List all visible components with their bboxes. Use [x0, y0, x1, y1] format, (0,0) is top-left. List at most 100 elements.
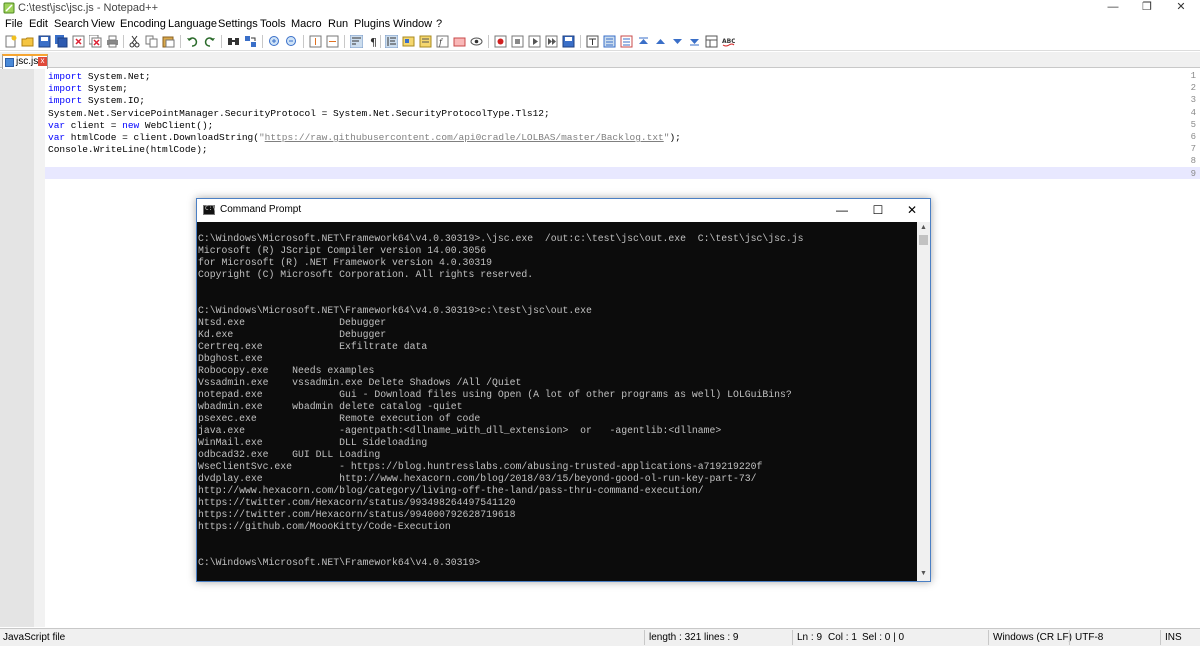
menu-help[interactable]: ? [436, 18, 442, 30]
menu-window[interactable]: Window [393, 18, 432, 30]
toolbar-separator [262, 35, 263, 48]
spellcheck-icon[interactable]: ABC [722, 35, 735, 48]
menu-bar: File Edit Search View Encoding Language … [0, 17, 1200, 32]
line-number: 9 [1190, 168, 1196, 179]
save-icon[interactable] [38, 35, 51, 48]
code-line[interactable]: var htmlCode = client.DownloadString("ht… [48, 132, 681, 144]
undo-icon[interactable] [186, 35, 199, 48]
menu-encoding[interactable]: Encoding [120, 18, 166, 30]
replace-icon[interactable] [244, 35, 257, 48]
code-token: ); [669, 132, 681, 143]
status-eol[interactable]: Windows (CR LF) [993, 632, 1072, 643]
keyword-token: new [122, 119, 140, 131]
zoom-in-icon[interactable] [268, 35, 281, 48]
code-line[interactable]: import System; [48, 83, 128, 95]
paste-icon[interactable] [162, 35, 175, 48]
code-line[interactable]: Console.WriteLine(htmlCode); [48, 144, 208, 156]
code-token: WebClient(); [139, 119, 214, 131]
menu-run[interactable]: Run [328, 18, 348, 30]
save-macro-icon[interactable] [562, 35, 575, 48]
cmd-title-bar[interactable]: C:\ Command Prompt — ☐ ✕ [197, 199, 930, 222]
command-prompt-window[interactable]: C:\ Command Prompt — ☐ ✕ C:\Windows\Micr… [196, 198, 931, 582]
stop-record-icon[interactable] [511, 35, 524, 48]
sync-vertical-icon[interactable] [309, 35, 322, 48]
console-line: Kd.exe Debugger [198, 329, 387, 340]
code-line[interactable]: System.Net.ServicePointManager.SecurityP… [48, 108, 550, 120]
cmd-icon: C:\ [203, 205, 216, 215]
show-all-chars-icon[interactable]: ¶ [367, 35, 380, 48]
plugin-c-icon[interactable] [620, 35, 633, 48]
status-bar: JavaScript file length : 321 lines : 9 L… [0, 628, 1200, 646]
menu-view[interactable]: View [91, 18, 115, 30]
folder-workspace-icon[interactable] [453, 35, 466, 48]
menu-file[interactable]: File [5, 18, 23, 30]
run-macro-multiple-icon[interactable] [545, 35, 558, 48]
cmd-maximize-button[interactable]: ☐ [861, 201, 895, 220]
minimize-button[interactable]: — [1098, 0, 1128, 17]
open-file-icon[interactable] [21, 35, 34, 48]
find-icon[interactable] [227, 35, 240, 48]
console-line: https://twitter.com/Hexacorn/status/9934… [198, 497, 516, 508]
menu-plugins[interactable]: Plugins [354, 18, 390, 30]
url-token[interactable]: https://raw.githubusercontent.com/api0cr… [265, 132, 664, 143]
record-macro-icon[interactable] [494, 35, 507, 48]
copy-icon[interactable] [145, 35, 158, 48]
console-line: wbadmin.exe wbadmin delete catalog -quie… [198, 401, 463, 412]
cut-icon[interactable] [128, 35, 141, 48]
print-icon[interactable] [106, 35, 119, 48]
tab-strip: jsc.js x [0, 52, 1200, 69]
plugin-g-icon[interactable] [688, 35, 701, 48]
scroll-thumb[interactable] [919, 235, 928, 245]
code-line[interactable]: import System.Net; [48, 71, 151, 83]
play-macro-icon[interactable] [528, 35, 541, 48]
menu-edit[interactable]: Edit [29, 18, 48, 30]
menu-language[interactable]: Language [168, 18, 217, 30]
console-line: C:\Windows\Microsoft.NET\Framework64\v4.… [198, 305, 592, 316]
word-wrap-icon[interactable] [350, 35, 363, 48]
plugin-e-icon[interactable] [654, 35, 667, 48]
console-line: Dbghost.exe [198, 353, 263, 364]
new-file-icon[interactable] [4, 35, 17, 48]
plugin-d-icon[interactable] [637, 35, 650, 48]
doc-map-icon[interactable] [419, 35, 432, 48]
menu-search[interactable]: Search [54, 18, 89, 30]
scroll-down-icon[interactable]: ▼ [917, 568, 930, 580]
function-list-icon[interactable]: f [436, 35, 449, 48]
cmd-scrollbar[interactable]: ▲ ▼ [917, 222, 930, 581]
maximize-button[interactable]: ❐ [1132, 0, 1162, 17]
current-line-highlight [45, 167, 1200, 179]
save-all-icon[interactable] [55, 35, 68, 48]
plugin-a-icon[interactable] [586, 35, 599, 48]
code-line[interactable]: var client = new WebClient(); [48, 120, 213, 132]
scroll-up-icon[interactable]: ▲ [917, 222, 930, 234]
user-language-icon[interactable] [402, 35, 415, 48]
status-sel: Sel : 0 | 0 [862, 632, 905, 643]
tab-jsc-js[interactable]: jsc.js x [2, 54, 48, 69]
close-icon[interactable] [72, 35, 85, 48]
close-all-icon[interactable] [89, 35, 102, 48]
close-button[interactable]: ✕ [1166, 0, 1196, 17]
keyword-token: var [48, 132, 66, 143]
status-insert-mode[interactable]: INS [1165, 632, 1182, 643]
zoom-out-icon[interactable] [285, 35, 298, 48]
tab-close-icon[interactable]: x [38, 57, 47, 66]
cmd-close-button[interactable]: ✕ [895, 201, 929, 220]
redo-icon[interactable] [203, 35, 216, 48]
status-separator [988, 630, 989, 645]
line-number: 1 [1190, 71, 1196, 81]
monitoring-icon[interactable] [470, 35, 483, 48]
plugin-h-icon[interactable] [705, 35, 718, 48]
menu-tools[interactable]: Tools [260, 18, 286, 30]
plugin-b-icon[interactable] [603, 35, 616, 48]
sync-horizontal-icon[interactable] [326, 35, 339, 48]
plugin-f-icon[interactable] [671, 35, 684, 48]
status-separator [644, 630, 645, 645]
cmd-minimize-button[interactable]: — [825, 201, 859, 220]
menu-settings[interactable]: Settings [218, 18, 258, 30]
indent-guide-icon[interactable] [385, 35, 398, 48]
status-encoding[interactable]: UTF-8 [1075, 632, 1103, 643]
code-line[interactable]: import System.IO; [48, 95, 145, 107]
console-line: http://www.hexacorn.com/blog/category/li… [198, 485, 704, 496]
menu-macro[interactable]: Macro [291, 18, 322, 30]
cmd-output[interactable]: C:\Windows\Microsoft.NET\Framework64\v4.… [197, 222, 917, 581]
